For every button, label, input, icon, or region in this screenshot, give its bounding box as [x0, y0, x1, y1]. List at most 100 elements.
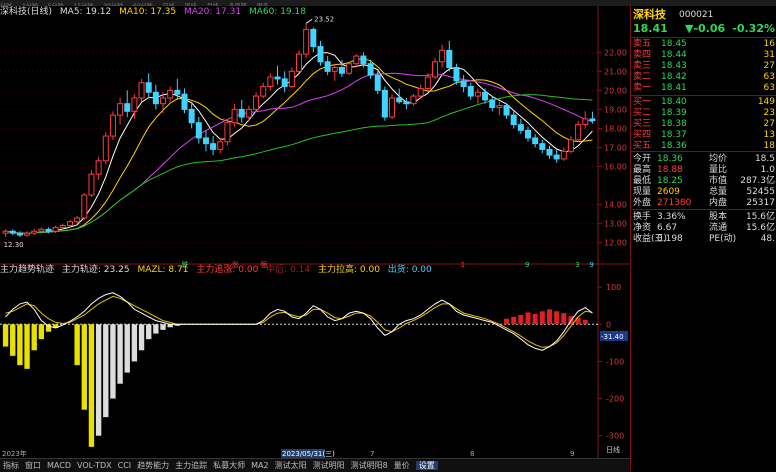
candle — [295, 50, 303, 74]
indicator-tab[interactable]: 主力追踪 — [175, 461, 207, 470]
indicator-red-bar — [525, 312, 531, 325]
candle — [145, 73, 152, 98]
candle — [16, 231, 23, 237]
candle-body — [460, 80, 467, 88]
candle-body — [195, 122, 202, 139]
indicator-tab[interactable]: MACD — [47, 461, 71, 470]
candle — [117, 97, 124, 125]
indicator-bar — [45, 324, 52, 332]
candle-body — [81, 194, 88, 219]
candle-body — [410, 95, 417, 105]
date-label: 2023年 — [2, 449, 27, 458]
candle-body — [16, 232, 23, 236]
candle — [467, 82, 474, 100]
sub-y-tick-label: 0 — [606, 320, 611, 329]
candle-body — [124, 103, 131, 112]
indicator-name: 主力趋势轨迹 — [0, 265, 55, 275]
candle — [152, 84, 159, 110]
bid-row[interactable]: 买三 18.38 27 — [633, 119, 775, 130]
candle-body — [38, 228, 45, 232]
indicator-bar — [2, 324, 9, 347]
candle — [381, 86, 388, 121]
candle — [575, 120, 582, 142]
kline-chart[interactable]: 22.00 21.00 20.00 19.00 18.00 17.00 16.00 14.00… — [0, 6, 630, 458]
price-change-pct: -0.32% — [732, 22, 775, 35]
candle — [403, 97, 410, 110]
indicator-bar — [124, 324, 130, 373]
indicator-red-bar — [546, 309, 552, 325]
candle — [274, 65, 281, 85]
candle-body — [281, 78, 288, 88]
candle-body — [102, 135, 109, 162]
candle-body — [324, 61, 331, 72]
ma-legend: 深科技(日线) MA5: 19.12 MA10: 17.35 MA20: 17.… — [0, 6, 311, 18]
ask-row[interactable]: 卖五 18.45 16 — [633, 39, 775, 50]
candle — [553, 149, 560, 163]
candle-body — [582, 118, 589, 126]
candle-body — [317, 46, 324, 63]
candle-body — [295, 53, 303, 72]
candle — [303, 23, 310, 58]
sub-y-tick-label: 100 — [606, 283, 621, 292]
indicator-tab[interactable]: 窗口 — [25, 461, 41, 470]
candle — [124, 90, 131, 118]
indicator-tab[interactable]: 设置 — [415, 461, 438, 470]
bid-row[interactable]: 买二 18.39 23 — [633, 108, 775, 119]
indicator-tab[interactable]: CCI — [118, 461, 132, 470]
indicator-tab[interactable]: 趋势能力 — [137, 461, 169, 470]
candle-body — [446, 49, 453, 69]
candle-body — [95, 160, 102, 175]
candle-body — [417, 87, 424, 97]
indicator-tab[interactable]: 指标 — [3, 461, 19, 470]
y-tick-label: 22.00 — [604, 48, 627, 57]
ma60-value: MA60: 19.18 — [248, 7, 306, 17]
indicator-tab[interactable]: 测试明阳 — [313, 461, 345, 470]
candle — [109, 111, 116, 140]
candle-body — [367, 63, 374, 76]
indicator-tab[interactable]: 量价 — [394, 461, 410, 470]
indicator-tab[interactable]: VOL-TDX — [77, 461, 112, 470]
candle-body — [539, 143, 546, 150]
candle — [267, 73, 274, 91]
last-price: 18.41 — [633, 22, 668, 35]
ask-row[interactable]: 卖三 18.43 27 — [633, 61, 775, 72]
candle-body — [202, 137, 209, 145]
indicator-red-bar — [561, 313, 567, 325]
indicator-tab[interactable]: 测试太阳 — [275, 461, 307, 470]
candle-body — [474, 91, 481, 97]
ask-row[interactable]: 卖四 18.44 31 — [633, 50, 775, 61]
candle — [260, 82, 267, 98]
candle — [95, 156, 102, 180]
bid-row[interactable]: 买四 18.37 13 — [633, 130, 775, 141]
candle — [88, 170, 95, 197]
candle — [532, 134, 539, 148]
stat-row: 收益(三) 0.198 PE(动) 48. — [633, 234, 775, 244]
candle — [224, 118, 231, 146]
candle-body — [482, 91, 489, 101]
ask-row[interactable]: 卖二 18.42 63 — [633, 72, 775, 83]
candle — [546, 145, 553, 159]
indicator-bar — [88, 324, 95, 447]
date-label: 8 — [470, 450, 474, 458]
ask-row[interactable]: 卖一 18.41 63 — [633, 83, 775, 94]
candle — [310, 27, 317, 53]
bid-row[interactable]: 买一 18.40 149 — [633, 97, 775, 108]
candle-body — [253, 95, 260, 110]
candle — [167, 86, 174, 102]
candle-body — [560, 150, 567, 160]
candle-body — [59, 225, 66, 228]
date-label: 7 — [370, 450, 374, 458]
candle — [2, 229, 9, 237]
candle-body — [517, 124, 524, 131]
candle — [582, 111, 589, 129]
candle — [324, 56, 331, 76]
candle — [374, 71, 381, 95]
indicator-bar — [160, 324, 166, 330]
candle — [431, 57, 438, 79]
candle-body — [360, 55, 367, 65]
candle-body — [532, 137, 539, 145]
indicator-tab[interactable]: MA2 — [251, 461, 268, 470]
indicator-tab[interactable]: 测试明阳8 — [351, 461, 388, 470]
indicator-tab[interactable]: 私募大师 — [213, 461, 245, 470]
candle — [281, 71, 288, 93]
